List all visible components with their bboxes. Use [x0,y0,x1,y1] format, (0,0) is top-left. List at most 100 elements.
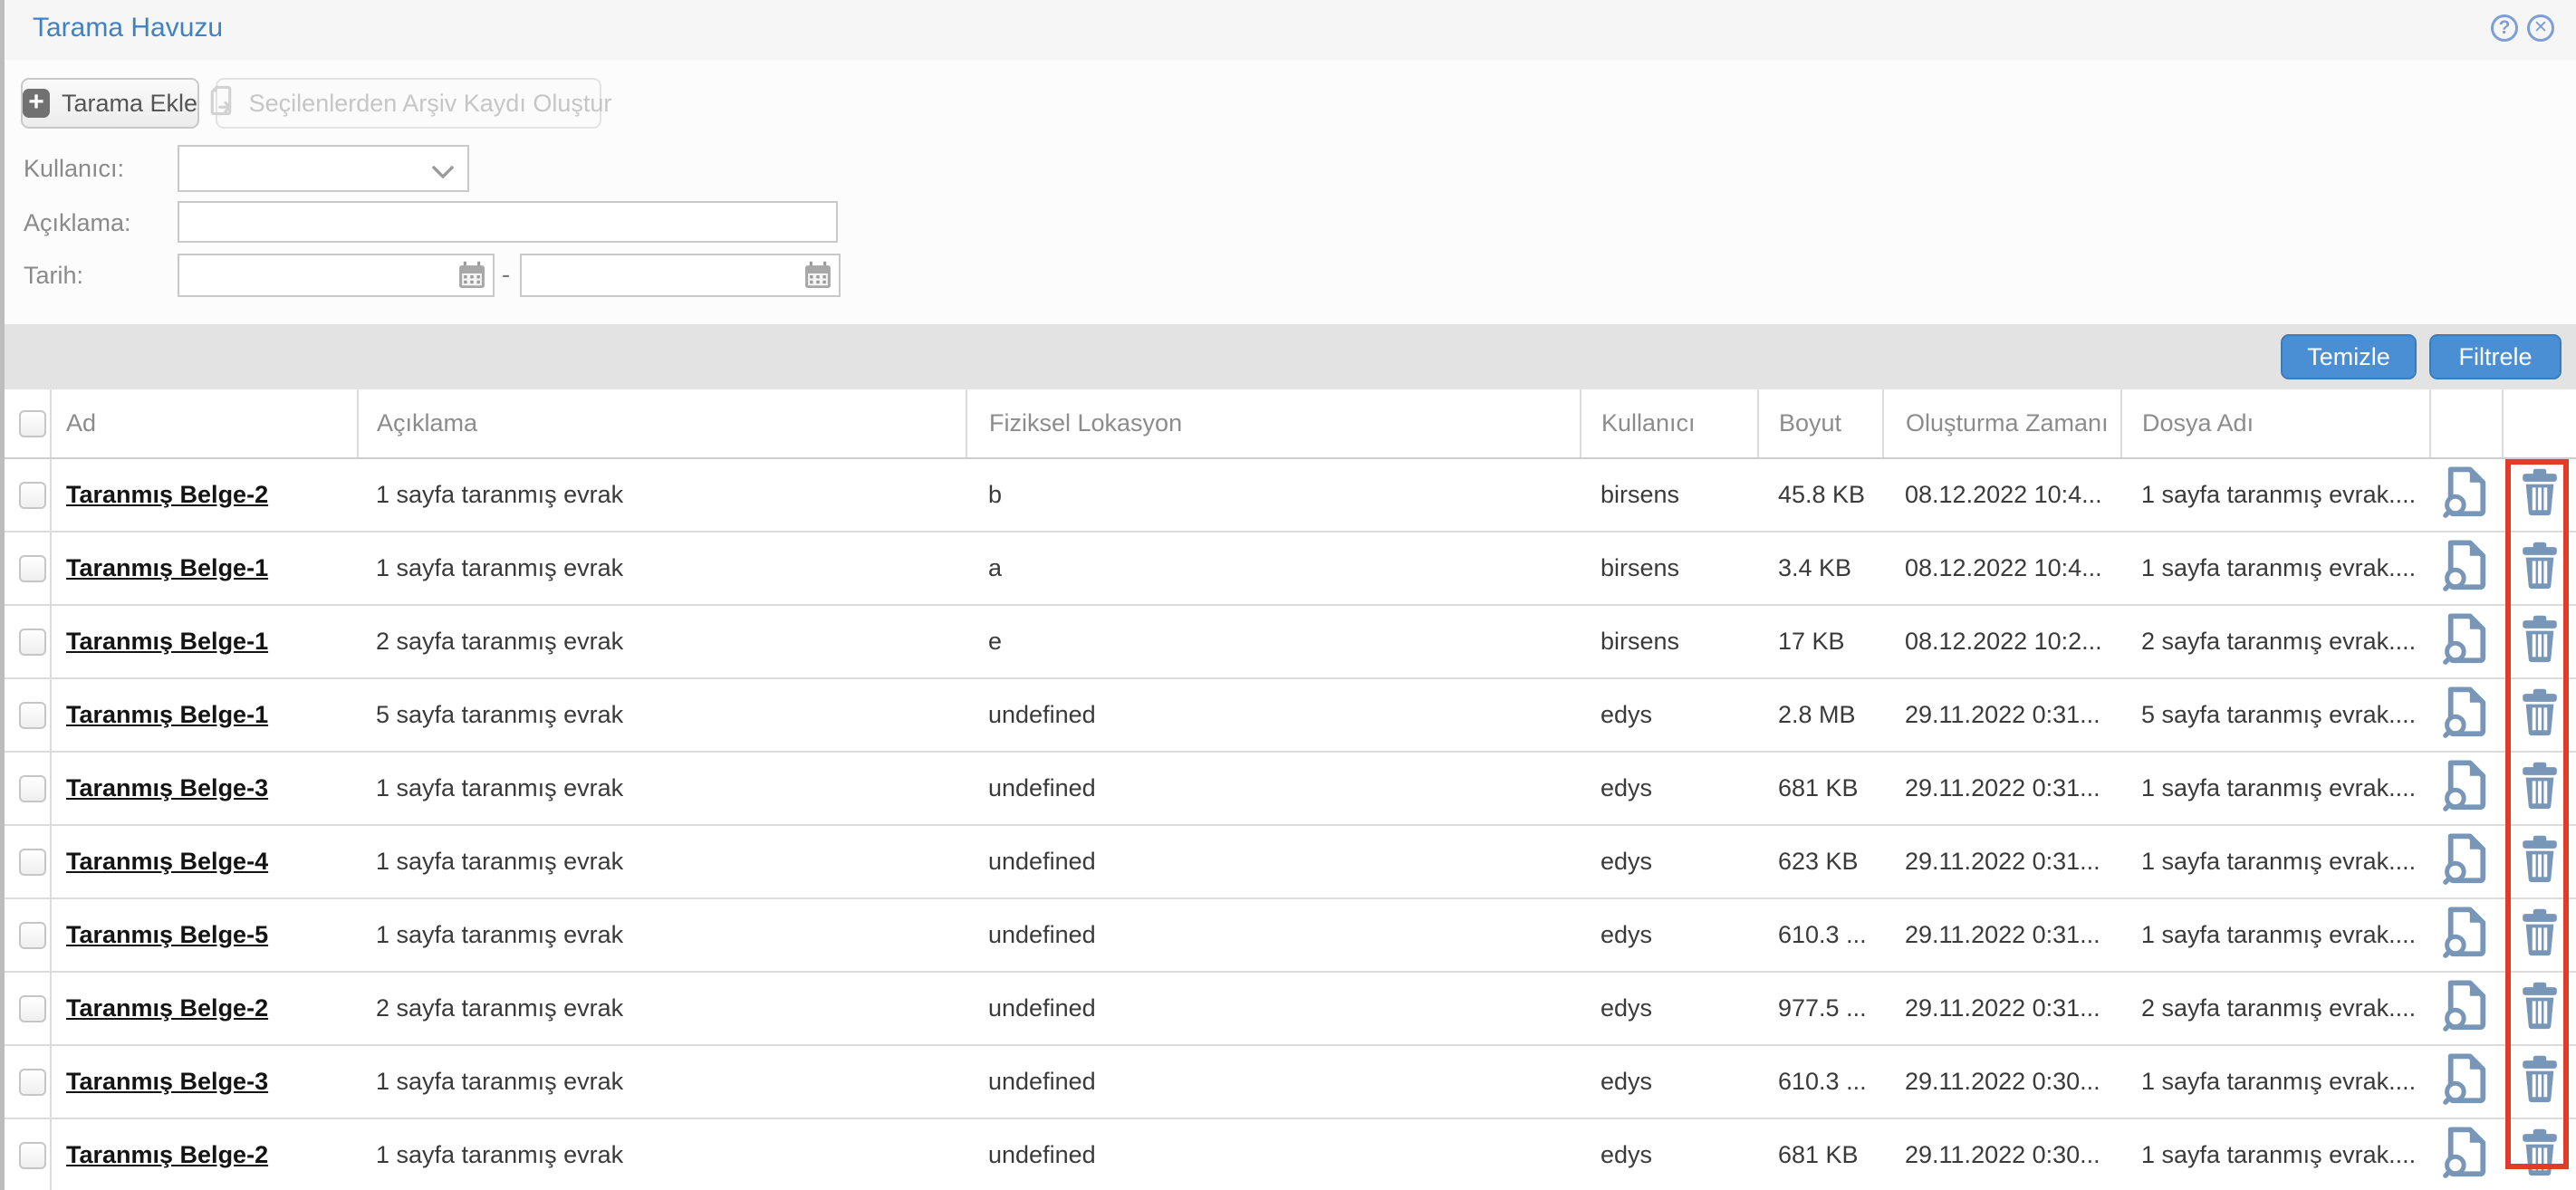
row-checkbox[interactable] [19,702,46,729]
user-cell: birsens [1581,605,1758,678]
user-cell: edys [1581,1045,1758,1118]
delete-trash-icon[interactable] [2519,467,2561,523]
column-header-zaman[interactable]: Oluşturma Zamanı [1883,389,2121,458]
date-from-input[interactable] [178,254,495,297]
table-row: Taranmış Belge-2 1 sayfa taranmış evrak … [0,458,2576,532]
column-header-delete [2503,389,2576,458]
description-input[interactable] [178,201,838,243]
size-cell: 45.8 KB [1758,458,1883,532]
physical-location-cell: a [966,532,1581,605]
row-checkbox[interactable] [19,629,46,656]
user-cell: edys [1581,898,1758,972]
file-name-cell: 1 sayfa taranmış evrak.... [2121,458,2430,532]
column-header-boyut[interactable]: Boyut [1758,389,1883,458]
delete-trash-icon[interactable] [2519,761,2561,816]
scan-table: Ad Açıklama Fiziksel Lokasyon Kullanıcı … [0,389,2576,1190]
row-checkbox[interactable] [19,1142,46,1169]
preview-document-icon[interactable] [2443,906,2490,964]
create-archive-button[interactable]: Seçilenlerden Arşiv Kaydı Oluştur [216,78,601,129]
table-body: Taranmış Belge-2 1 sayfa taranmış evrak … [0,458,2576,1190]
delete-trash-icon[interactable] [2519,1128,2561,1183]
preview-document-icon[interactable] [2443,759,2490,818]
delete-trash-icon[interactable] [2519,614,2561,669]
created-time-cell: 29.11.2022 0:31... [1883,898,2121,972]
column-header-aciklama[interactable]: Açıklama [358,389,966,458]
preview-document-icon[interactable] [2443,686,2490,744]
row-checkbox[interactable] [19,922,46,949]
user-cell: birsens [1581,532,1758,605]
row-checkbox[interactable] [19,775,46,802]
delete-trash-icon[interactable] [2519,907,2561,963]
delete-trash-icon[interactable] [2519,541,2561,596]
date-to-input[interactable] [520,254,841,297]
preview-document-icon[interactable] [2443,465,2490,524]
description-cell: 1 sayfa taranmış evrak [358,825,966,898]
delete-trash-icon[interactable] [2519,687,2561,743]
calendar-icon[interactable] [457,260,487,291]
row-checkbox[interactable] [19,1069,46,1096]
document-name-link[interactable]: Taranmış Belge-3 [66,774,268,801]
document-name-link[interactable]: Taranmış Belge-5 [66,921,268,948]
table-row: Taranmış Belge-3 1 sayfa taranmış evrak … [0,1045,2576,1118]
user-cell: edys [1581,678,1758,752]
user-label: Kullanıcı: [24,155,124,183]
date-range-separator: - [502,261,510,289]
document-name-link[interactable]: Taranmış Belge-3 [66,1068,268,1095]
filter-button[interactable]: Filtrele [2429,334,2562,379]
delete-trash-icon[interactable] [2519,981,2561,1036]
file-name-cell: 2 sayfa taranmış evrak.... [2121,605,2430,678]
preview-document-icon[interactable] [2443,612,2490,671]
table-row: Taranmış Belge-1 5 sayfa taranmış evrak … [0,678,2576,752]
delete-trash-icon[interactable] [2519,1054,2561,1109]
description-cell: 2 sayfa taranmış evrak [358,972,966,1045]
file-name-cell: 5 sayfa taranmış evrak.... [2121,678,2430,752]
column-header-lokasyon[interactable]: Fiziksel Lokasyon [966,389,1581,458]
description-cell: 1 sayfa taranmış evrak [358,752,966,825]
table-row: Taranmış Belge-3 1 sayfa taranmış evrak … [0,752,2576,825]
file-name-cell: 1 sayfa taranmış evrak.... [2121,825,2430,898]
row-checkbox[interactable] [19,555,46,582]
add-scan-button[interactable]: + Tarama Ekle [21,78,199,129]
row-checkbox[interactable] [19,482,46,509]
row-checkbox[interactable] [19,849,46,876]
date-to-field [520,254,841,297]
document-name-link[interactable]: Taranmış Belge-2 [66,994,268,1022]
select-all-checkbox[interactable] [19,410,46,437]
document-name-link[interactable]: Taranmış Belge-1 [66,701,268,728]
filter-actions-bar: Temizle Filtrele [0,324,2576,389]
calendar-icon[interactable] [803,260,833,291]
clear-button[interactable]: Temizle [2281,334,2417,379]
document-name-link[interactable]: Taranmış Belge-2 [66,481,268,508]
document-name-link[interactable]: Taranmış Belge-1 [66,628,268,655]
physical-location-cell: e [966,605,1581,678]
size-cell: 681 KB [1758,1118,1883,1190]
preview-document-icon[interactable] [2443,979,2490,1038]
file-name-cell: 1 sayfa taranmış evrak.... [2121,1118,2430,1190]
delete-trash-icon[interactable] [2519,834,2561,889]
physical-location-cell: undefined [966,825,1581,898]
physical-location-cell: undefined [966,1118,1581,1190]
table-row: Taranmış Belge-5 1 sayfa taranmış evrak … [0,898,2576,972]
document-name-link[interactable]: Taranmış Belge-4 [66,848,268,875]
physical-location-cell: b [966,458,1581,532]
toolbar: + Tarama Ekle Seçilenlerden Arşiv Kaydı … [0,60,2576,324]
preview-document-icon[interactable] [2443,1052,2490,1111]
file-name-cell: 1 sayfa taranmış evrak.... [2121,898,2430,972]
user-select[interactable] [178,145,469,192]
description-cell: 5 sayfa taranmış evrak [358,678,966,752]
description-cell: 1 sayfa taranmış evrak [358,532,966,605]
created-time-cell: 29.11.2022 0:30... [1883,1118,2121,1190]
document-name-link[interactable]: Taranmış Belge-2 [66,1141,268,1168]
preview-document-icon[interactable] [2443,1126,2490,1185]
column-header-kullanici[interactable]: Kullanıcı [1581,389,1758,458]
column-header-dosya[interactable]: Dosya Adı [2121,389,2430,458]
preview-document-icon[interactable] [2443,539,2490,598]
column-header-preview [2430,389,2503,458]
description-cell: 1 sayfa taranmış evrak [358,1045,966,1118]
document-name-link[interactable]: Taranmış Belge-1 [66,554,268,581]
preview-document-icon[interactable] [2443,832,2490,891]
close-icon[interactable]: ✕ [2527,14,2554,42]
column-header-ad[interactable]: Ad [51,389,358,458]
row-checkbox[interactable] [19,995,46,1022]
help-icon[interactable]: ? [2491,14,2518,42]
